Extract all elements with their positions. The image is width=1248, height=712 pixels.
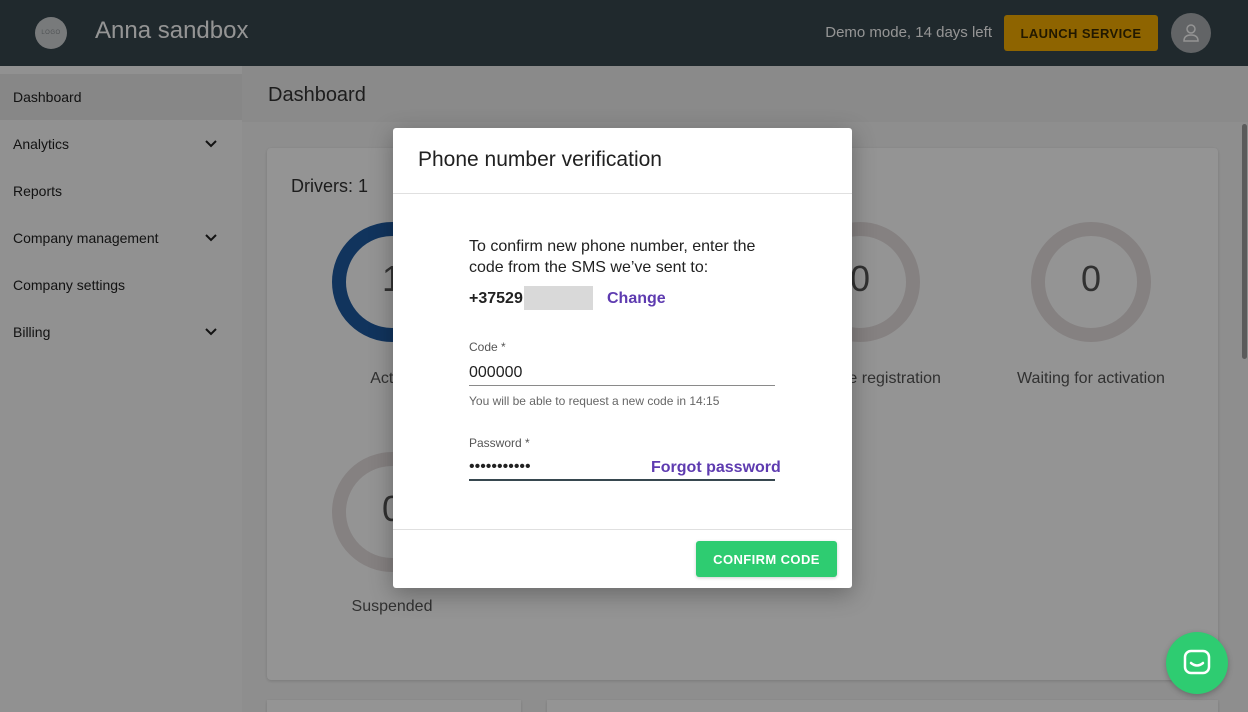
verification-instructions: To confirm new phone number, enter the c… [469, 238, 756, 276]
dialog-footer-divider [393, 529, 852, 530]
phone-number: +37529 [469, 290, 523, 307]
dialog-divider [393, 193, 852, 194]
chat-launcher-button[interactable] [1166, 632, 1228, 694]
phone-redaction [524, 286, 593, 310]
change-phone-link[interactable]: Change [607, 290, 666, 308]
password-field-label: Password * [469, 436, 530, 450]
code-helper-text: You will be able to request a new code i… [469, 394, 720, 408]
code-field-label: Code * [469, 340, 506, 354]
code-input[interactable] [469, 360, 775, 386]
dialog-title: Phone number verification [418, 148, 662, 171]
phone-verification-dialog: Phone number verification To confirm new… [393, 128, 852, 588]
chat-icon [1183, 649, 1211, 675]
confirm-code-button[interactable]: CONFIRM CODE [696, 541, 837, 577]
forgot-password-link[interactable]: Forgot password [651, 459, 781, 477]
